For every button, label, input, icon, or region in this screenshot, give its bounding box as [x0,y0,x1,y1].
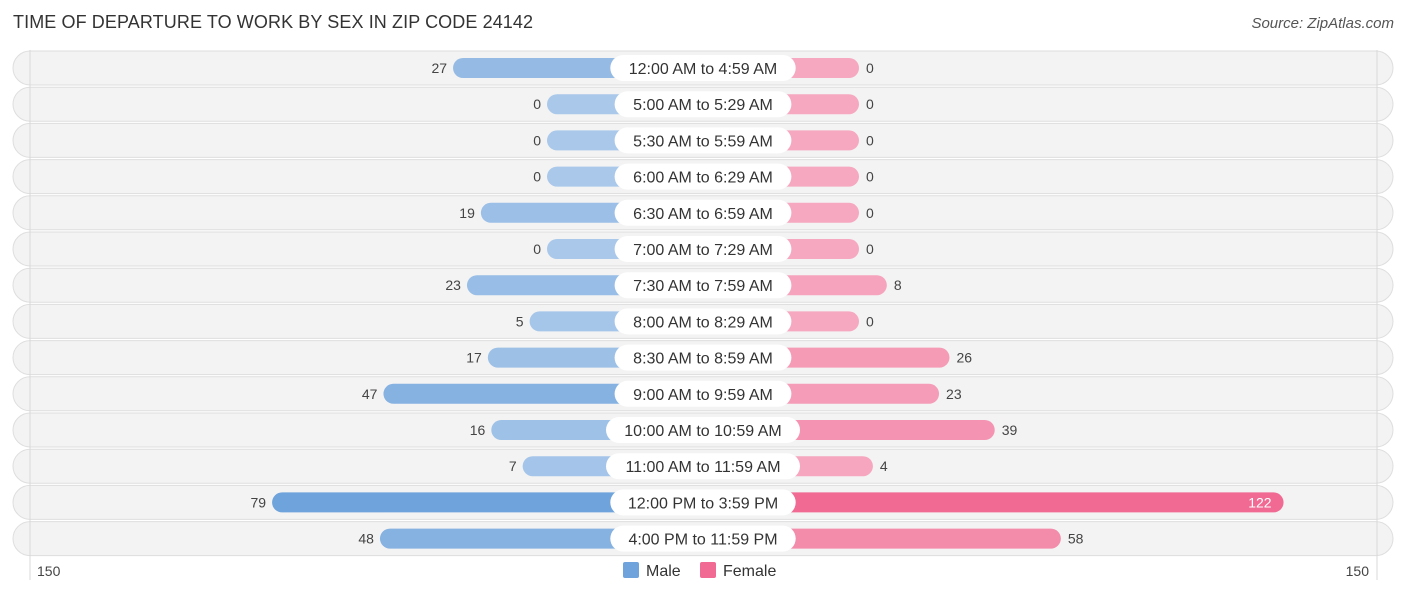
category-label: 6:00 AM to 6:29 AM [633,170,773,187]
category-label: 5:30 AM to 5:59 AM [633,133,773,150]
male-value-label: 19 [459,205,475,221]
chart-row: 48 58 4:00 PM to 11:59 PM [12,521,1394,557]
chart-row: 19 0 6:30 AM to 6:59 AM [12,195,1394,231]
chart-row: 0 0 5:30 AM to 5:59 AM [12,122,1394,158]
diverging-bar-chart: 27 0 12:00 AM to 4:59 AM 0 0 5:00 AM to 5:29 … [12,50,1394,580]
male-value-label: 16 [470,422,486,438]
male-value-label: 0 [533,169,541,185]
category-label: 12:00 AM to 4:59 AM [629,61,778,78]
category-label: 11:00 AM to 11:59 AM [625,459,780,476]
chart-row: 16 39 10:00 AM to 10:59 AM [12,412,1394,448]
male-value-label: 47 [362,386,378,402]
chart-row: 79 122 12:00 PM to 3:59 PM [12,484,1394,520]
male-value-label: 0 [533,132,541,148]
axis-label-right: 150 [1346,563,1370,579]
legend-swatch-male [623,562,639,578]
chart-row: 47 23 9:00 AM to 9:59 AM [12,376,1394,412]
female-value-label: 0 [866,205,874,221]
chart-row: 0 0 7:00 AM to 7:29 AM [12,231,1394,267]
category-label: 7:30 AM to 7:59 AM [633,278,773,295]
male-value-label: 27 [431,60,447,76]
legend-label-male: Male [646,563,681,580]
female-value-label: 0 [866,169,874,185]
female-value-label: 58 [1068,531,1084,547]
category-label: 9:00 AM to 9:59 AM [633,387,773,404]
legend: Male Female [623,562,776,580]
category-label: 10:00 AM to 10:59 AM [624,423,781,440]
legend-label-female: Female [723,563,776,580]
category-label: 4:00 PM to 11:59 PM [628,532,777,549]
female-value-label: 8 [894,277,902,293]
chart-row: 0 0 5:00 AM to 5:29 AM [12,86,1394,122]
chart-row: 23 8 7:30 AM to 7:59 AM [12,267,1394,303]
category-label: 12:00 PM to 3:59 PM [628,495,778,512]
female-value-label: 23 [946,386,962,402]
female-value-label: 0 [866,313,874,329]
male-value-label: 0 [533,96,541,112]
male-value-label: 5 [516,313,524,329]
female-value-label: 0 [866,60,874,76]
chart-row: 27 0 12:00 AM to 4:59 AM [12,50,1394,86]
female-value-label: 39 [1002,422,1018,438]
chart-row: 5 0 8:00 AM to 8:29 AM [12,303,1394,339]
male-value-label: 17 [466,350,482,366]
female-value-label: 4 [880,458,888,474]
chart-row: 7 4 11:00 AM to 11:59 AM [12,448,1394,484]
axis-label-left: 150 [37,563,61,579]
male-value-label: 48 [358,531,374,547]
male-value-label: 0 [533,241,541,257]
category-label: 7:00 AM to 7:29 AM [633,242,773,259]
female-value-label: 0 [866,241,874,257]
male-value-label: 23 [445,277,461,293]
legend-swatch-female [700,562,716,578]
female-value-label: 0 [866,132,874,148]
female-value-label: 122 [1248,494,1272,510]
category-label: 8:30 AM to 8:59 AM [633,351,773,368]
category-label: 5:00 AM to 5:29 AM [633,97,773,114]
male-value-label: 79 [251,494,267,510]
chart-row: 17 26 8:30 AM to 8:59 AM [12,340,1394,376]
chart-row: 0 0 6:00 AM to 6:29 AM [12,159,1394,195]
male-value-label: 7 [509,458,517,474]
female-value-label: 0 [866,96,874,112]
category-label: 8:00 AM to 8:29 AM [633,314,773,331]
female-value-label: 26 [956,350,972,366]
category-label: 6:30 AM to 6:59 AM [633,206,773,223]
